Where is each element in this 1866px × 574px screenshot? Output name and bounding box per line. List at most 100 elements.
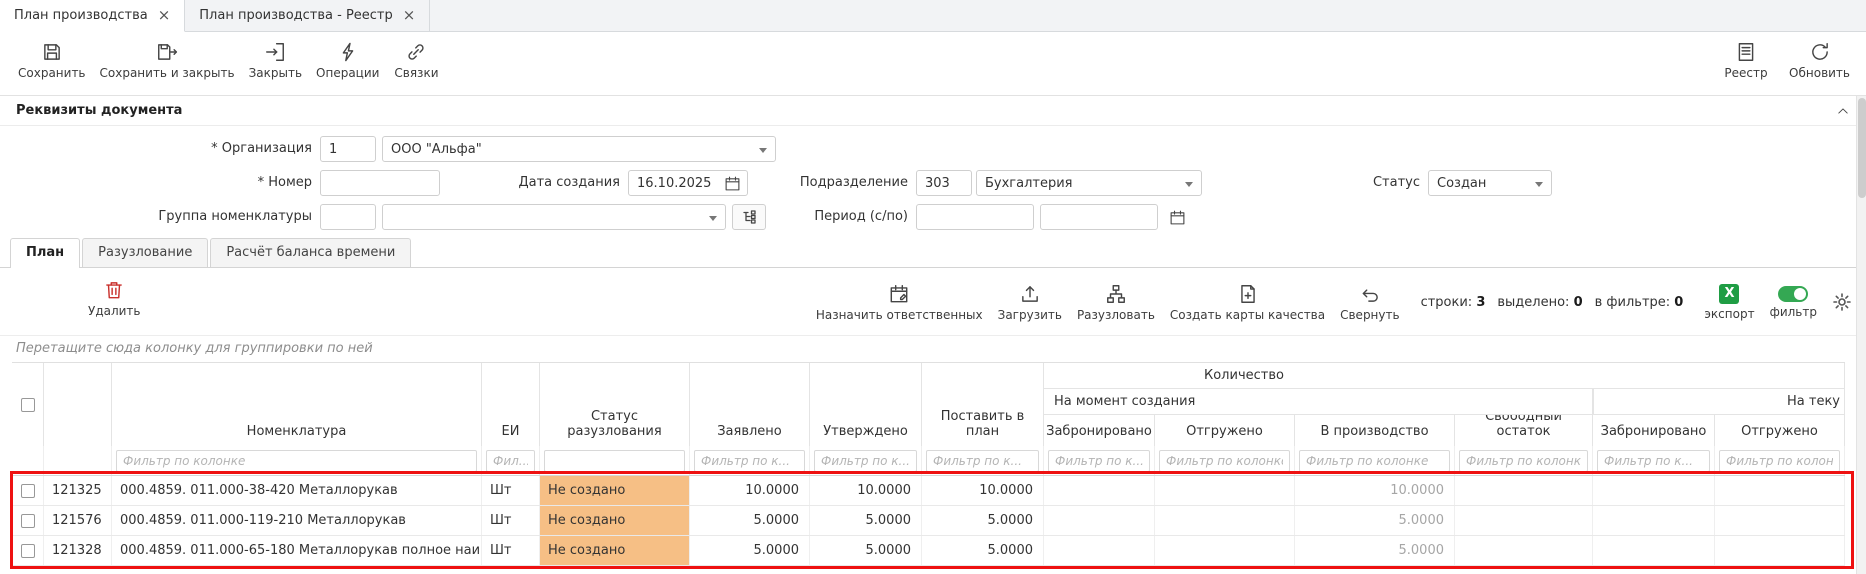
creation-date-label: Дата создания [480,170,620,196]
status-value: Создан [1437,176,1486,191]
cell-declared: 10.0000 [690,476,810,505]
close-button[interactable]: Закрыть [249,41,302,80]
department-select[interactable]: Бухгалтерия [976,170,1202,196]
create-quality-cards-button[interactable]: Создать карты качества [1170,283,1325,322]
column-header-reserved-current[interactable]: Забронировано [1593,415,1715,447]
cell-free-rest [1455,476,1593,505]
column-header-label: Свободный остаток [1459,415,1588,439]
chevron-down-icon [759,148,767,153]
filter-input-in-production[interactable] [1299,450,1450,472]
cell-declared: 5.0000 [690,506,810,535]
registry-button[interactable]: Реестр [1723,41,1769,80]
column-header-id[interactable] [44,363,112,447]
cell-select [12,506,44,535]
rows-counter-label: строки: [1421,295,1473,310]
filter-cell [1715,446,1845,475]
row-checkbox[interactable] [21,514,35,528]
group-by-hint[interactable]: Перетащите сюда колонку для группировки … [0,336,1866,362]
links-button[interactable]: Связки [393,41,439,80]
cell-declared: 5.0000 [690,536,810,565]
grid-counters: строки: 3 выделено: 0 в фильтре: 0 [1421,295,1684,310]
tab-razuzlovanie[interactable]: Разузлование [82,238,208,267]
band-current-moment: На теку [1593,389,1845,415]
select-all-checkbox[interactable] [21,398,35,412]
filter-input-reserved-creation[interactable] [1048,450,1150,472]
column-header-to-plan[interactable]: Поставить в план [922,363,1044,447]
operations-button[interactable]: Операции [316,41,379,80]
column-header-shipped-current[interactable]: Отгружено [1715,415,1845,447]
organization-value: ООО "Альфа" [391,142,482,157]
window-tab-plan[interactable]: План производства × [0,0,185,32]
period-to-input[interactable] [1040,204,1158,230]
filter-cell [1455,446,1593,475]
row-checkbox[interactable] [21,484,35,498]
column-header-in-production[interactable]: В производство [1295,415,1455,447]
refresh-button[interactable]: Обновить [1789,41,1850,80]
row-checkbox[interactable] [21,544,35,558]
organization-code-input[interactable] [320,136,376,162]
calendar-icon[interactable] [724,175,741,192]
filtered-counter: в фильтре: 0 [1595,295,1684,310]
window-tab-registry[interactable]: План производства - Реестр × [185,0,430,31]
number-input[interactable] [320,170,440,196]
table-row[interactable]: 121576 000.4859. 011.000-119-210 Металло… [12,506,1845,536]
period-label: Период (с/по) [770,204,908,230]
toggle-switch-on[interactable] [1778,286,1808,302]
period-from-input[interactable] [916,204,1034,230]
scrollbar-thumb[interactable] [1858,98,1866,198]
period-calendar-button[interactable] [1164,204,1190,230]
filter-input-free-rest[interactable] [1459,450,1588,472]
tree-select-button[interactable] [732,204,766,230]
column-header-status[interactable]: Статус разузлования [540,363,690,447]
tab-plan[interactable]: План [10,238,80,268]
filter-input-declared[interactable] [694,450,805,472]
column-header-shipped-creation[interactable]: Отгружено [1155,415,1295,447]
creation-date-input[interactable]: 16.10.2025 [628,170,748,196]
filter-input-nomenclature[interactable] [116,450,477,472]
chevron-down-icon [1185,182,1193,187]
filter-input-unit[interactable] [486,450,535,472]
column-header-label: Утверждено [823,424,908,439]
column-header-declared[interactable]: Заявлено [690,363,810,447]
assign-responsible-button[interactable]: Назначить ответственных [816,283,983,322]
tab-time-balance[interactable]: Расчёт баланса времени [210,238,411,267]
filter-input-shipped-current[interactable] [1719,450,1840,472]
column-header-free-rest[interactable]: Свободный остаток [1455,415,1593,447]
tab-close-icon[interactable]: × [158,8,171,23]
tab-close-icon[interactable]: × [403,8,416,23]
nomenclature-group-code-input[interactable] [320,204,376,230]
save-button[interactable]: Сохранить [18,41,86,80]
column-header-nomenclature[interactable]: Номенклатура [112,363,482,447]
save-and-close-label: Сохранить и закрыть [100,66,235,80]
explode-button[interactable]: Разузловать [1077,283,1155,322]
table-row[interactable]: 121328 000.4859. 011.000-65-180 Металлор… [12,536,1845,566]
delete-button[interactable]: Удалить [88,279,141,318]
nomenclature-group-select[interactable] [382,204,726,230]
collapse-label: Свернуть [1340,308,1399,322]
status-select[interactable]: Создан [1428,170,1552,196]
load-button[interactable]: Загрузить [998,283,1062,322]
settings-button[interactable] [1832,292,1852,312]
filter-input-approved[interactable] [814,450,917,472]
save-and-close-button[interactable]: Сохранить и закрыть [100,41,235,80]
column-header-unit[interactable]: ЕИ [482,363,540,447]
filter-input-shipped-creation[interactable] [1159,450,1290,472]
department-code-input[interactable] [916,170,972,196]
column-header-label: Отгружено [1741,424,1818,439]
organization-select[interactable]: ООО "Альфа" [382,136,776,162]
collapse-chevron-up-icon[interactable] [1836,104,1850,118]
export-button[interactable]: X экспорт [1704,284,1754,321]
vertical-scrollbar[interactable] [1856,96,1866,574]
filter-input-reserved-current[interactable] [1597,450,1710,472]
filter-input-status[interactable] [544,450,685,472]
rows-counter-value: 3 [1476,295,1485,310]
table-row[interactable]: 121325 000.4859. 011.000-38-420 Металлор… [12,476,1845,506]
column-header-label: ЕИ [502,424,520,439]
cell-nomenclature: 000.4859. 011.000-38-420 Металлорукав [112,476,482,505]
filter-toggle[interactable]: фильтр [1770,286,1817,319]
column-header-approved[interactable]: Утверждено [810,363,922,447]
column-header-reserved-creation[interactable]: Забронировано [1044,415,1155,447]
collapse-rows-button[interactable]: Свернуть [1340,283,1399,322]
filter-input-to-plan[interactable] [926,450,1039,472]
selected-counter: выделено: 0 [1497,295,1582,310]
